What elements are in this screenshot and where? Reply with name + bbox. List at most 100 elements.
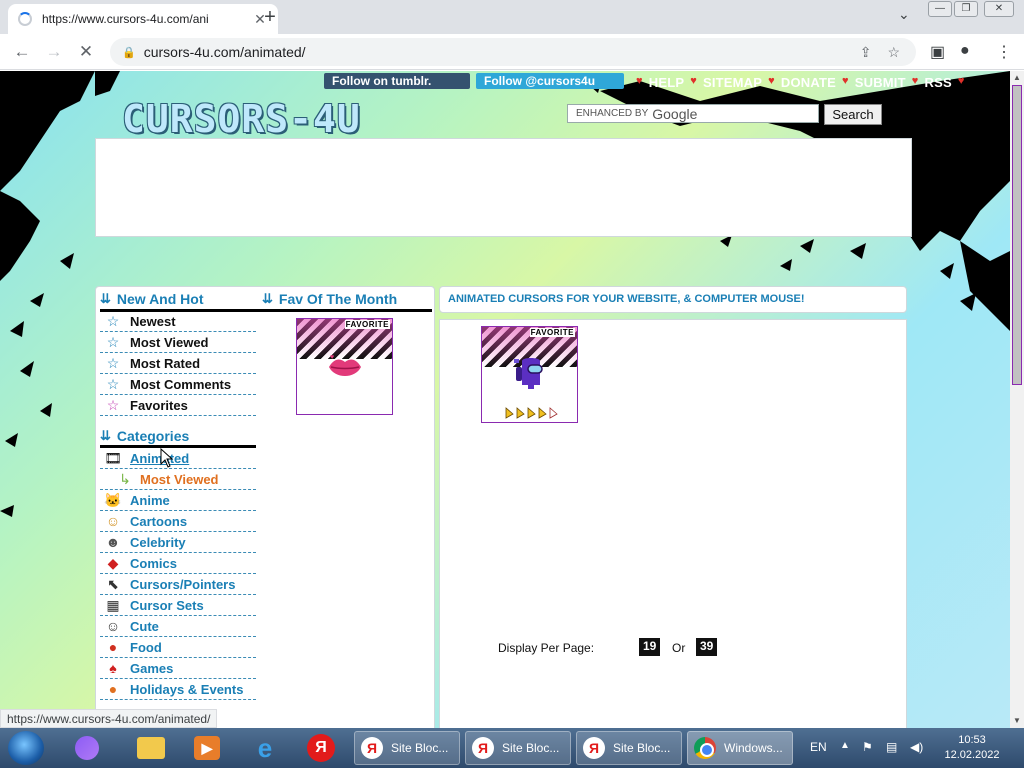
media-player-icon[interactable]: ▶: [190, 733, 224, 763]
url-text[interactable]: cursors-4u.com/animated/: [144, 44, 860, 60]
language-indicator[interactable]: EN: [810, 740, 827, 754]
taskbar-task-yandex-1[interactable]: Я Site Bloc...: [354, 731, 460, 765]
browser-toolbar: ← → ✕ 🔒 cursors-4u.com/animated/ ⇪ ☆ ▣ ●…: [0, 34, 1024, 70]
star-icon: ☆: [106, 354, 120, 371]
menu-kebab-icon[interactable]: ⋮: [996, 42, 1012, 62]
loading-icon: [18, 12, 32, 26]
category-animated[interactable]: 🎞 Animated: [100, 448, 256, 469]
google-search-input[interactable]: ENHANCED BY Google: [567, 104, 819, 123]
pointer-arrows-icon: [505, 407, 558, 419]
main-heading: ANIMATED CURSORS FOR YOUR WEBSITE, & COM…: [439, 286, 907, 313]
cursor-thumbnail-among-us[interactable]: FAVORITE: [481, 326, 578, 423]
taskbar-task-yandex-2[interactable]: Я Site Bloc...: [465, 731, 571, 765]
superman-icon: ◆: [107, 554, 119, 571]
nav-sitemap[interactable]: SITEMAP: [703, 75, 762, 90]
scroll-down-icon[interactable]: ▼: [1013, 716, 1021, 725]
volume-icon[interactable]: ◀): [910, 740, 923, 754]
down-arrow-icon: ⇊: [100, 428, 111, 443]
ad-banner: [95, 138, 912, 237]
forward-icon[interactable]: →: [44, 42, 64, 62]
cursor-grid: FAVORITE: [439, 319, 907, 728]
new-tab-button[interactable]: +: [262, 6, 278, 29]
sidebar: ⇊ New And Hot ⇊ Fav Of The Month ☆ Newes…: [95, 286, 435, 728]
tumblr-follow-button[interactable]: Follow on tumblr.: [324, 73, 470, 89]
taskbar-task-yandex-3[interactable]: Я Site Bloc...: [576, 731, 682, 765]
address-bar[interactable]: 🔒 cursors-4u.com/animated/ ⇪ ☆: [110, 38, 916, 66]
file-explorer-icon[interactable]: [134, 733, 168, 763]
category-anime[interactable]: 🐱 Anime: [100, 490, 256, 511]
start-button[interactable]: [8, 731, 44, 765]
per-page-39-button[interactable]: 39: [696, 638, 718, 656]
nav-donate[interactable]: DONATE: [781, 75, 836, 90]
category-animated-most-viewed[interactable]: ↳ Most Viewed: [100, 469, 256, 490]
category-cute[interactable]: ☺ Cute: [100, 616, 256, 637]
per-page-19-button[interactable]: 19: [639, 638, 661, 656]
share-icon[interactable]: ⇪: [860, 44, 872, 61]
taskbar-task-chrome[interactable]: Windows...: [687, 731, 793, 765]
bookmark-star-icon[interactable]: ☆: [887, 44, 900, 61]
internet-explorer-icon[interactable]: e: [248, 733, 282, 763]
mario-icon: ♠: [109, 660, 117, 676]
site-logo[interactable]: CURSORS-4U: [122, 97, 361, 141]
browser-tabstrip: https://www.cursors-4u.com/ani ✕ + ⌄ — ❐…: [0, 0, 1024, 34]
category-cursor-sets[interactable]: ▦ Cursor Sets: [100, 595, 256, 616]
alice-icon[interactable]: [70, 733, 104, 763]
twitter-follow-button[interactable]: Follow @cursors4u: [476, 73, 624, 89]
fav-cursor-thumbnail[interactable]: FAVORITE ♥: [296, 318, 393, 415]
tab-search-icon[interactable]: ⌄: [898, 6, 910, 23]
back-icon[interactable]: ←: [12, 42, 32, 62]
clock-time: 10:53: [958, 734, 986, 746]
search-enhanced-label: ENHANCED BY: [576, 108, 649, 119]
among-us-icon: [514, 358, 543, 389]
minimize-button[interactable]: —: [928, 1, 952, 17]
page-scrollbar[interactable]: ▲ ▼: [1010, 71, 1024, 728]
yandex-browser-icon[interactable]: Я: [304, 733, 338, 763]
side-panel-icon[interactable]: ▣: [930, 42, 945, 62]
maximize-button[interactable]: ❐: [954, 1, 978, 17]
nav-submit[interactable]: SUBMIT: [855, 75, 906, 90]
svg-text:♥: ♥: [330, 354, 334, 361]
tab-title: https://www.cursors-4u.com/ani: [42, 12, 209, 26]
star-icon: ☆: [106, 312, 120, 329]
pumpkin-icon: ●: [108, 681, 118, 697]
yandex-icon: Я: [583, 737, 605, 759]
category-holidays-events[interactable]: ● Holidays & Events: [100, 679, 256, 700]
nav-help[interactable]: HELP: [649, 75, 684, 90]
menu-most-rated[interactable]: ☆ Most Rated: [100, 353, 256, 374]
category-cursors-pointers[interactable]: ⬉ Cursors/Pointers: [100, 574, 256, 595]
category-celebrity[interactable]: ☻ Celebrity: [100, 532, 256, 553]
browser-tab[interactable]: https://www.cursors-4u.com/ani ✕: [8, 4, 278, 34]
new-and-hot-heading: ⇊ New And Hot: [100, 291, 204, 307]
close-window-button[interactable]: ✕: [984, 1, 1014, 17]
heart-icon: ♥: [911, 75, 919, 87]
heart-icon: ♥: [842, 75, 849, 87]
menu-most-comments[interactable]: ☆ Most Comments: [100, 374, 256, 395]
chrome-icon: [694, 737, 716, 759]
categories-heading: ⇊ Categories: [100, 428, 190, 444]
category-food[interactable]: ● Food: [100, 637, 256, 658]
profile-icon[interactable]: ●: [960, 42, 970, 60]
menu-newest[interactable]: ☆ Newest: [100, 311, 256, 332]
network-icon[interactable]: ▤: [886, 740, 897, 754]
taskbar-clock[interactable]: 10:53 12.02.2022: [944, 733, 1000, 763]
stop-icon[interactable]: ✕: [76, 42, 96, 62]
scroll-thumb[interactable]: [1012, 85, 1022, 385]
menu-favorites[interactable]: ☆ Favorites: [100, 395, 256, 416]
search-button[interactable]: Search: [824, 104, 882, 125]
nav-rss[interactable]: RSS: [925, 75, 952, 90]
category-cartoons[interactable]: ☺ Cartoons: [100, 511, 256, 532]
star-icon: ☆: [106, 333, 120, 350]
pointer-icon: ⬉: [107, 575, 119, 592]
yandex-icon: Я: [361, 737, 383, 759]
action-center-icon[interactable]: ⚑: [862, 740, 873, 754]
scroll-up-icon[interactable]: ▲: [1013, 73, 1021, 82]
category-comics[interactable]: ◆ Comics: [100, 553, 256, 574]
lock-icon: 🔒: [122, 46, 136, 59]
mouse-cursor-icon: [160, 448, 174, 468]
celebrity-icon: ☻: [105, 534, 121, 550]
menu-most-viewed[interactable]: ☆ Most Viewed: [100, 332, 256, 353]
down-arrow-icon: ⇊: [100, 291, 111, 306]
tray-expand-icon[interactable]: ▲: [840, 740, 850, 751]
clock-date: 12.02.2022: [944, 749, 1000, 761]
category-games[interactable]: ♠ Games: [100, 658, 256, 679]
